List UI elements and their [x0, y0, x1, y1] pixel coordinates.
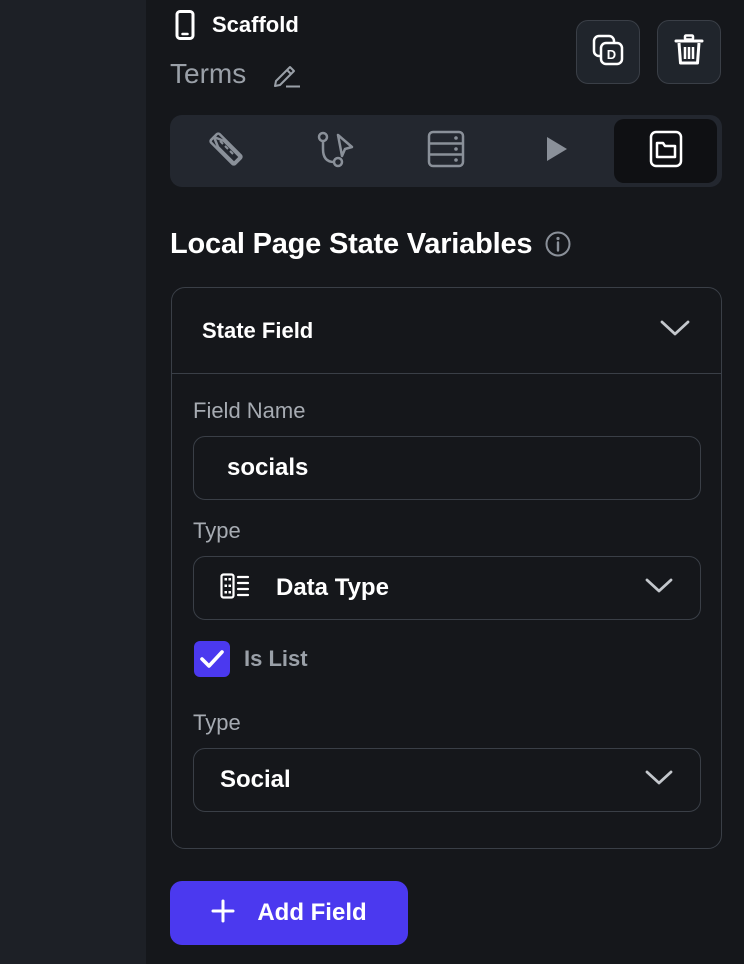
delete-button[interactable] [657, 20, 721, 84]
is-list-checkbox[interactable] [194, 641, 230, 677]
left-rail [0, 0, 146, 964]
play-icon [541, 134, 571, 169]
add-field-button[interactable]: Add Field [170, 881, 408, 945]
data-type-icon [220, 572, 250, 604]
folder-icon [646, 129, 686, 174]
duplicate-button[interactable]: D [576, 20, 640, 84]
section-heading: Local Page State Variables [170, 227, 533, 260]
tab-page-state[interactable] [614, 119, 717, 183]
chevron-down-icon [644, 769, 674, 792]
is-list-label: Is List [244, 646, 308, 671]
panel-tab-bar [170, 115, 722, 187]
chevron-down-icon [659, 318, 691, 343]
plus-icon [211, 899, 235, 928]
subtype-label: Type [193, 710, 241, 735]
field-name-input[interactable]: socials [193, 436, 701, 500]
field-name-value: socials [227, 454, 309, 481]
server-icon [426, 129, 466, 174]
is-list-checkbox-row[interactable]: Is List [194, 641, 308, 677]
field-name-label: Field Name [193, 398, 306, 423]
subtype-value: Social [220, 766, 291, 793]
svg-text:D: D [607, 47, 616, 62]
checkmark-icon [200, 650, 224, 668]
trash-icon [674, 33, 704, 71]
type-select[interactable]: Data Type [193, 556, 701, 620]
pencil-icon[interactable] [270, 58, 302, 90]
chevron-down-icon [644, 577, 674, 600]
branch-cursor-icon [316, 129, 356, 174]
tab-properties[interactable] [174, 119, 277, 183]
state-field-title: State Field [202, 317, 314, 343]
phone-icon [172, 10, 198, 40]
tab-actions[interactable] [284, 119, 387, 183]
state-field-card: State Field Field Name socials Type Data… [171, 287, 722, 849]
state-field-header[interactable]: State Field [172, 288, 721, 374]
subtype-select[interactable]: Social [193, 748, 701, 812]
add-field-label: Add Field [257, 899, 367, 926]
info-icon[interactable] [544, 230, 572, 258]
page-name: Terms [170, 58, 247, 89]
tab-backend-query[interactable] [394, 119, 497, 183]
widget-name: Scaffold [212, 12, 299, 37]
duplicate-icon: D [591, 33, 625, 72]
section-title: Local Page State Variables [170, 222, 572, 266]
type-label: Type [193, 518, 241, 543]
page-name-row: Terms [170, 54, 302, 94]
type-value: Data Type [276, 574, 389, 601]
widget-header: Scaffold [172, 10, 299, 40]
tab-preview[interactable] [504, 119, 607, 183]
ruler-pencil-icon [206, 129, 246, 174]
